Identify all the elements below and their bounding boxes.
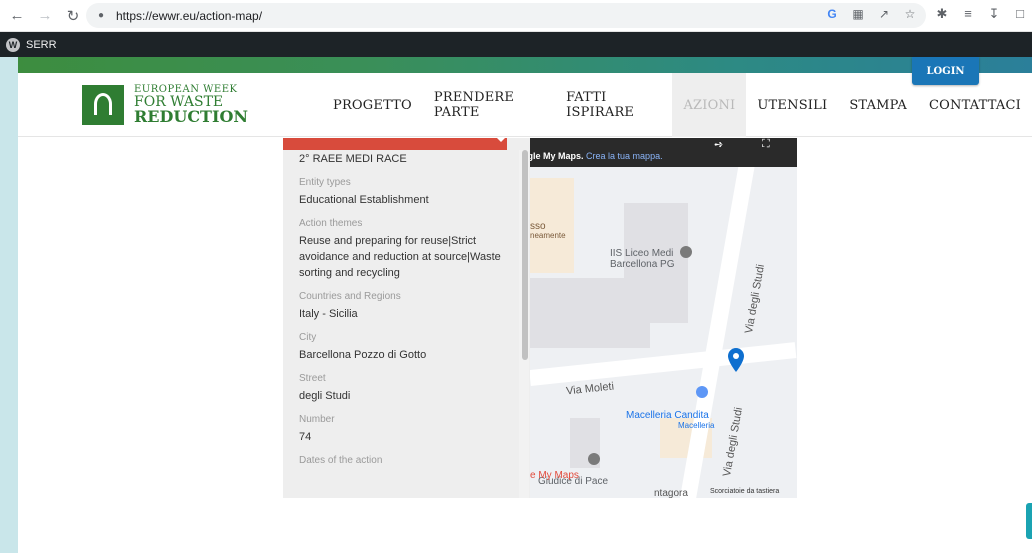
mymaps-label: e My Maps [530,470,579,481]
field-label: Entity types [299,177,351,188]
map-canvas[interactable]: sso neamente IIS Liceo Medi Barcellona P… [530,138,797,498]
google-icon[interactable]: G [824,7,840,21]
wordpress-logo-icon[interactable]: W [6,37,20,52]
bookmark-star-icon[interactable]: ☆ [902,7,918,21]
url-text[interactable]: https://ewwr.eu/action-map/ [116,9,262,23]
field-label: Street [299,373,326,384]
map-poi-label: Macelleria [678,421,715,430]
street-label: Via degli Studi [743,263,768,335]
chevron-down-icon[interactable] [497,138,505,142]
nav-azioni[interactable]: AZIONI [672,73,747,137]
location-marker-icon[interactable] [728,348,744,372]
nav-prendere-parte[interactable]: PRENDERE PARTE [423,73,555,137]
window-icon[interactable]: □ [1012,6,1028,22]
address-bar[interactable]: ● https://ewwr.eu/action-map/ G ▦ ↗ ☆ [86,3,926,28]
fullscreen-icon[interactable]: ⛶ [762,138,770,151]
admin-bar: W SERR [0,32,1032,57]
map-top-bar: ogle My Maps. Crea la tua mappa. ➺ ⛶ [530,138,797,167]
field-label: Countries and Regions [299,291,401,302]
street-label: Via Moleti [565,380,615,398]
reload-icon[interactable]: ↻ [62,5,84,27]
translate-icon[interactable]: ▦ [850,7,866,21]
reading-list-icon[interactable]: ≡ [960,6,976,22]
field-value: 74 [299,431,312,443]
share-icon[interactable]: ↗ [876,7,892,21]
site-logo[interactable]: EUROPEAN WEEK FOR WASTE REDUCTION [82,85,248,125]
extensions-icon[interactable]: ✱ [934,6,950,22]
left-background-strip [0,57,18,553]
map-info-panel: 2° RAEE MEDI RACE Entity types Education… [283,138,530,498]
site-header: EUROPEAN WEEK FOR WASTE REDUCTION PROGET… [18,73,1032,137]
nav-progetto[interactable]: PROGETTO [322,73,423,137]
forward-icon[interactable]: → [34,5,56,27]
field-label: City [299,332,317,343]
nav-utensili[interactable]: UTENSILI [746,73,838,137]
street-label: Via degli Studi [721,406,746,478]
map-credit: ogle My Maps. Crea la tua mappa. [530,151,663,161]
download-icon[interactable]: ↧ [986,6,1002,22]
keyboard-shortcuts-link[interactable]: Scorciatoie da tastiera [710,488,779,495]
nav-stampa[interactable]: STAMPA [838,73,918,137]
action-name: 2° RAEE MEDI RACE [299,153,407,165]
courthouse-poi-icon [588,453,600,465]
map-poi-label: IIS Liceo Medi [610,248,674,259]
store-poi-icon [696,386,708,398]
map-road [530,342,797,386]
side-feedback-tab[interactable] [1026,503,1032,539]
map-poi-label: Barcellona PG [610,259,675,270]
back-icon[interactable]: ← [6,5,28,27]
map-poi-label: Macelleria Candita [626,410,709,421]
field-value: Barcellona Pozzo di Gotto [299,349,427,361]
field-label: Dates of the action [299,455,383,466]
logo-hand-icon [82,85,124,125]
admin-site-label[interactable]: SERR [26,39,57,51]
lock-icon: ● [98,10,105,21]
nav-fatti-ispirare[interactable]: FATTI ISPIRARE [555,73,672,137]
field-value: degli Studi [299,390,351,402]
map-label: neamente [530,231,566,240]
logo-text-line3: REDUCTION [134,107,249,126]
action-map-embed: sso neamente IIS Liceo Medi Barcellona P… [283,138,797,498]
field-value: Italy - Sicilia [299,308,358,320]
panel-scrollbar-thumb[interactable] [522,150,528,360]
panel-header-bar[interactable] [283,138,507,150]
field-label: Action themes [299,218,363,229]
field-value: Reuse and preparing for reuse|Strict avo… [299,235,501,279]
browser-toolbar: ← → ↻ ● https://ewwr.eu/action-map/ G ▦ … [0,0,1032,32]
map-share-icon[interactable]: ➺ [714,138,723,151]
school-poi-icon [680,246,692,258]
map-poi-label: ntagora [654,488,688,498]
field-value: Educational Establishment [299,194,429,206]
create-map-link[interactable]: Crea la tua mappa. [586,151,663,161]
field-label: Number [299,414,335,425]
login-button[interactable]: LOGIN [912,57,979,85]
header-gradient-bar [18,57,1032,73]
